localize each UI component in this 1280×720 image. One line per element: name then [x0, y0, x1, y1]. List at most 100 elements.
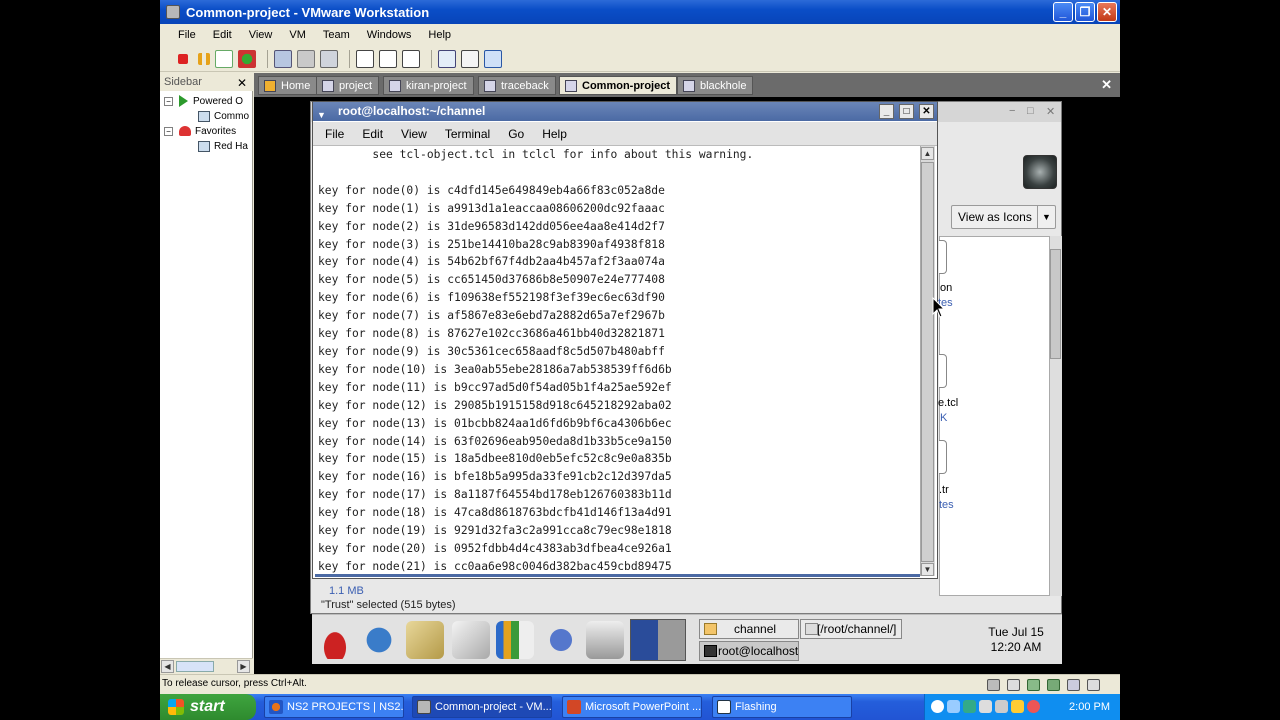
scroll-left-icon[interactable]: ◀ — [161, 660, 174, 673]
maximize-button[interactable]: ❐ — [1075, 2, 1095, 22]
reset-icon[interactable] — [238, 49, 256, 68]
file-name[interactable]: e.tcl — [938, 397, 958, 409]
close-icon[interactable]: ✕ — [1046, 105, 1055, 118]
tab-blackhole[interactable]: blackhole — [677, 76, 754, 95]
printer-icon[interactable] — [987, 679, 1000, 691]
menu-windows[interactable]: Windows — [367, 29, 412, 41]
sidebar-close-icon[interactable]: ✕ — [237, 74, 247, 92]
drive-icon[interactable] — [1007, 679, 1020, 691]
quick-switch-icon[interactable] — [402, 49, 420, 68]
security-alert-icon[interactable] — [1027, 700, 1040, 713]
tab-common-project[interactable]: Common-project — [559, 76, 677, 95]
suspend-icon[interactable] — [198, 52, 210, 65]
sidebar-item-redhat[interactable]: Red Ha — [198, 139, 248, 153]
scroll-thumb[interactable] — [921, 162, 934, 562]
tab-home[interactable]: Home — [258, 76, 318, 95]
menu-edit[interactable]: Edit — [362, 127, 383, 141]
sidebar-item-powered-on[interactable]: − Powered O — [164, 94, 243, 108]
presentation-icon[interactable] — [542, 621, 580, 659]
terminal-output[interactable]: see tcl-object.tcl in tclcl for info abo… — [318, 146, 918, 576]
menu-team[interactable]: Team — [323, 29, 350, 41]
tab-traceback[interactable]: traceback — [478, 76, 556, 95]
file-name[interactable]: .tr — [939, 484, 949, 496]
task-ns2-projects[interactable]: NS2 PROJECTS | NS2... — [264, 696, 404, 718]
minimize-icon[interactable]: − — [1009, 105, 1015, 117]
menu-file[interactable]: File — [325, 127, 344, 141]
console-view-icon[interactable] — [461, 49, 479, 68]
redhat-menu-icon[interactable] — [316, 621, 354, 659]
file-name[interactable]: on — [940, 282, 952, 294]
power-on-icon[interactable] — [215, 49, 233, 68]
sound-icon[interactable] — [1067, 679, 1080, 691]
file-icon[interactable] — [939, 354, 947, 388]
spatial-icon[interactable] — [1023, 155, 1057, 189]
printer-icon[interactable] — [586, 621, 624, 659]
vmware-titlebar[interactable]: Common-project - VMware Workstation _ ❐ … — [160, 0, 1120, 24]
tray-app-icon[interactable] — [947, 700, 960, 713]
terminal-titlebar[interactable]: ▼ root@localhost:~/channel _ □ ✕ — [313, 102, 937, 121]
collapse-icon[interactable]: − — [164, 126, 173, 136]
menu-help[interactable]: Help — [428, 29, 451, 41]
menu-vm[interactable]: VM — [289, 29, 306, 41]
clock-time[interactable]: 2:00 PM — [1069, 694, 1110, 720]
scroll-right-icon[interactable]: ▶ — [237, 660, 250, 673]
menu-go[interactable]: Go — [508, 127, 524, 141]
file-icon[interactable] — [939, 240, 947, 274]
panel-clock[interactable]: Tue Jul 15 12:20 AM — [970, 625, 1062, 655]
view-as-select[interactable]: View as Icons ▼ — [951, 205, 1056, 229]
email-icon[interactable] — [406, 621, 444, 659]
menu-view[interactable]: View — [249, 29, 273, 41]
browser-icon[interactable] — [360, 621, 398, 659]
start-button[interactable]: start — [160, 694, 256, 720]
collapse-icon[interactable]: − — [164, 96, 173, 106]
maximize-button[interactable]: □ — [899, 104, 914, 119]
menu-terminal[interactable]: Terminal — [445, 127, 490, 141]
taskbar-window-root-channel[interactable]: [/root/channel/] — [800, 619, 902, 639]
network-icon[interactable] — [979, 700, 992, 713]
file-icon-pane[interactable] — [939, 236, 1051, 596]
sidebar-item-favorites[interactable]: − Favorites — [164, 124, 236, 138]
revert-icon[interactable] — [297, 49, 315, 68]
snapshot-icon[interactable] — [274, 49, 292, 68]
scroll-down-icon[interactable]: ▼ — [921, 563, 934, 576]
window-menu-icon[interactable]: ▼ — [317, 106, 329, 120]
network-icon[interactable] — [1027, 679, 1040, 691]
task-powerpoint[interactable]: Microsoft PowerPoint ... — [562, 696, 702, 718]
tray-expand-icon[interactable] — [931, 700, 944, 713]
usb-icon[interactable] — [1047, 679, 1060, 691]
snapshot-manager-icon[interactable] — [320, 49, 338, 68]
taskbar-window-channel[interactable]: channel — [699, 619, 799, 639]
menu-help[interactable]: Help — [542, 127, 567, 141]
taskbar-window-terminal[interactable]: root@localhost — [699, 641, 799, 661]
sidebar-item-common[interactable]: Commo — [198, 109, 249, 123]
tab-project[interactable]: project — [316, 76, 380, 95]
close-tab-icon[interactable]: ✕ — [1101, 77, 1112, 93]
writer-icon[interactable] — [452, 621, 490, 659]
tray-app-icon[interactable] — [1011, 700, 1024, 713]
spreadsheet-icon[interactable] — [496, 621, 534, 659]
file-icon[interactable] — [939, 440, 947, 474]
sidebar-hscrollbar[interactable]: ◀ ▶ — [160, 658, 253, 674]
scroll-thumb[interactable] — [1050, 249, 1061, 359]
sidebar-toggle-icon[interactable] — [356, 49, 374, 68]
scroll-thumb[interactable] — [176, 661, 214, 672]
tab-kiran-project[interactable]: kiran-project — [383, 76, 474, 95]
thumbnail-view-icon[interactable] — [484, 49, 502, 68]
tray-app-icon[interactable] — [963, 700, 976, 713]
menu-view[interactable]: View — [401, 127, 427, 141]
close-button[interactable]: ✕ — [919, 104, 934, 119]
summary-view-icon[interactable] — [438, 49, 456, 68]
full-screen-icon[interactable] — [379, 49, 397, 68]
message-icon[interactable] — [1087, 679, 1100, 691]
workspace-switcher[interactable] — [630, 619, 686, 661]
close-button[interactable]: ✕ — [1097, 2, 1117, 22]
menu-edit[interactable]: Edit — [213, 29, 232, 41]
menu-file[interactable]: File — [178, 29, 196, 41]
task-vmware[interactable]: Common-project - VM... — [412, 696, 552, 718]
scroll-up-icon[interactable]: ▲ — [921, 147, 934, 160]
chevron-down-icon[interactable]: ▼ — [1037, 206, 1055, 228]
tray-app-icon[interactable] — [995, 700, 1008, 713]
power-off-icon[interactable] — [178, 53, 188, 64]
task-flashing[interactable]: Flashing — [712, 696, 852, 718]
minimize-button[interactable]: _ — [1053, 2, 1073, 22]
